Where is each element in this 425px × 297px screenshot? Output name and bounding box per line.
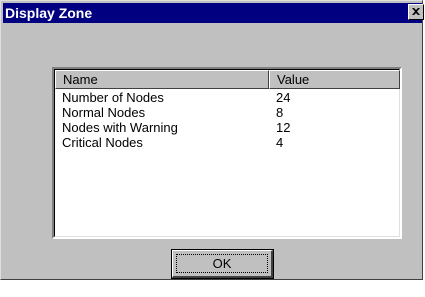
ok-button[interactable]: OK [171,249,274,279]
title-bar[interactable]: Display Zone [3,3,424,23]
list-rows: Number of Nodes 24 Normal Nodes 8 Nodes … [55,90,400,150]
nodes-list-view[interactable]: Name Value Number of Nodes 24 Normal Nod… [52,67,402,239]
display-zone-dialog: Display Zone Name Value Number of Nodes … [0,0,424,280]
item-value: 4 [276,135,284,150]
list-item[interactable]: Number of Nodes 24 [55,90,400,105]
list-item[interactable]: Critical Nodes 4 [55,135,400,150]
list-view-frame: Name Value Number of Nodes 24 Normal Nod… [54,69,400,237]
item-name: Nodes with Warning [62,120,178,135]
window-title: Display Zone [5,5,93,21]
item-value: 8 [276,105,284,120]
item-value: 12 [276,120,291,135]
ok-button-label: OK [176,254,268,273]
close-icon [412,8,420,15]
item-name: Critical Nodes [62,135,143,150]
list-item[interactable]: Normal Nodes 8 [55,105,400,120]
list-header: Name Value [55,70,400,89]
item-name: Number of Nodes [62,90,164,105]
close-button[interactable] [408,4,424,20]
item-name: Normal Nodes [62,105,146,120]
list-item[interactable]: Nodes with Warning 12 [55,120,400,135]
item-value: 24 [276,90,291,105]
column-header-value[interactable]: Value [269,70,400,89]
column-header-name[interactable]: Name [55,70,269,89]
